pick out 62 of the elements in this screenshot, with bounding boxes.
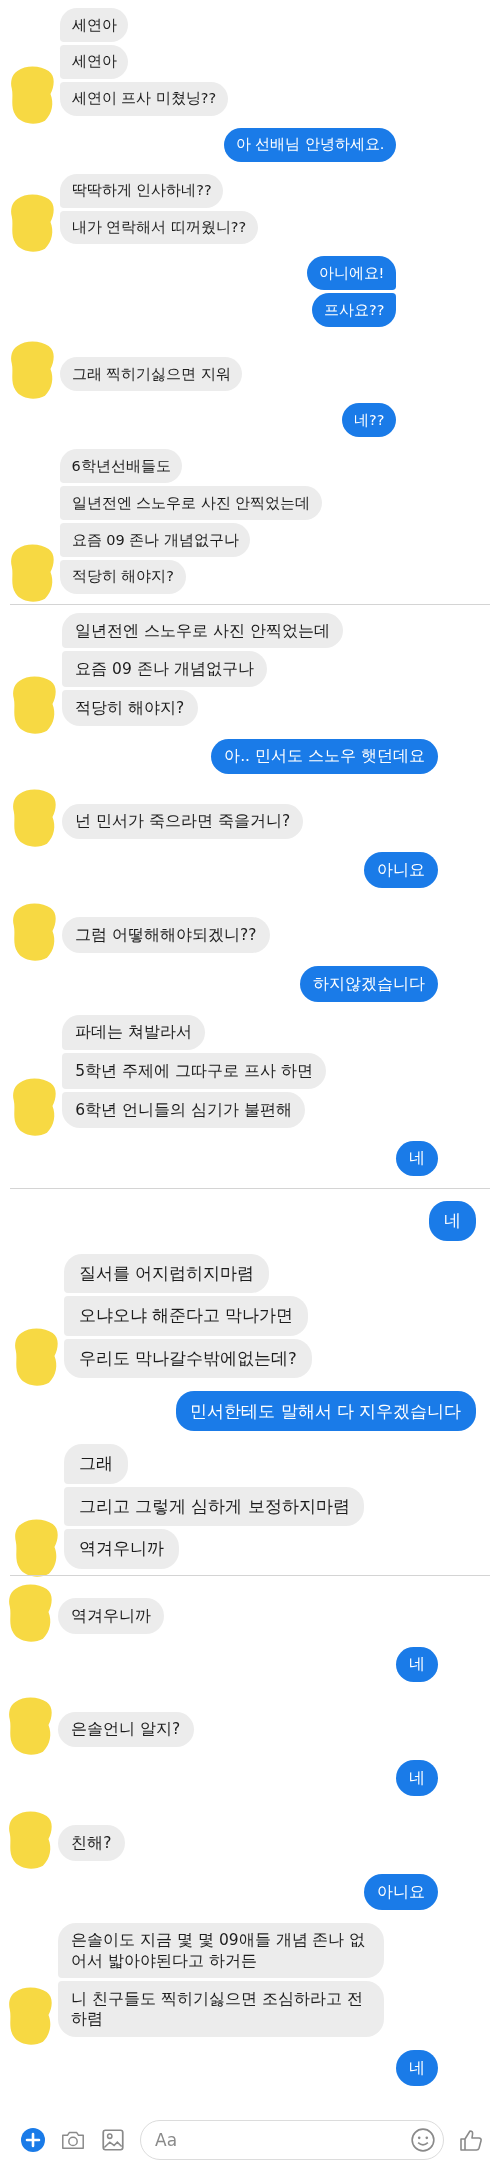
message-bubble: 우리도 막나갈수밖에없는데?: [64, 1338, 312, 1379]
redaction-scribble: [8, 1985, 54, 2048]
message-bubble: 적당히 해야지?: [60, 559, 186, 594]
redaction-scribble: [12, 673, 58, 736]
redaction-scribble: [10, 541, 56, 604]
redaction-scribble: [12, 787, 58, 850]
message-bubble: 네: [395, 1140, 438, 1177]
redaction-scribble: [8, 1581, 54, 1644]
message-bubble: 아.. 민서도 스노우 햇던데요: [211, 738, 438, 775]
redaction-scribble: [14, 1516, 60, 1579]
message-bubble: 6학년선배들도: [60, 449, 183, 484]
redaction-scribble: [8, 1808, 54, 1871]
redaction-scribble: [12, 1075, 58, 1138]
message-bubble: 네: [395, 1760, 438, 1796]
message-bubble: 아니요: [363, 1873, 438, 1910]
message-bubble: 넌 민서가 죽으라면 죽을거니?: [62, 803, 304, 840]
message-bubble: 요즘 09 존나 개념없구나: [60, 522, 251, 557]
message-bubble: 요즘 09 존나 개념없구나: [62, 651, 267, 688]
message-bubble: 네??: [342, 403, 396, 438]
redaction-scribble: [12, 901, 58, 963]
message-bubble: 은솔이도 지금 몇 몇 09애들 개념 존나 없어서 밟아야된다고 하거든: [58, 1922, 385, 1979]
message-bubble: 니 친구들도 찍히기싫으면 조심하라고 전하렴: [58, 1981, 385, 2038]
emoji-icon[interactable]: [410, 2127, 436, 2153]
message-bubble: 아니에요!: [307, 256, 396, 291]
message-bubble: 네: [395, 2050, 438, 2086]
message-bubble: 역겨우니까: [64, 1529, 179, 1569]
message-bubble: 일년전엔 스노우로 사진 안찍었는데: [62, 612, 344, 649]
message-bubble: 딱딱하게 인사하네??: [60, 173, 224, 208]
message-bubble: 파데는 쳐발라서: [62, 1014, 206, 1051]
message-bubble: 민서한테도 말해서 다 지우겠습니다: [175, 1391, 476, 1431]
message-bubble: 세연아: [60, 44, 129, 79]
message-bubble: 오냐오냐 해준다고 막나가면: [64, 1296, 309, 1336]
message-bubble: 일년전엔 스노우로 사진 안찍었는데: [60, 486, 322, 520]
message-bubble: 친해?: [58, 1825, 125, 1861]
message-bubble: 그럼 어떻해해야되겠니??: [62, 917, 270, 953]
message-bubble: 세연아: [60, 8, 129, 42]
message-bubble: 그래: [64, 1444, 128, 1484]
message-bubble: 그래 찍히기싫으면 지워: [60, 357, 243, 392]
message-bubble: 질서를 어지럽히지마렴: [64, 1253, 269, 1294]
message-bubble: 역겨우니까: [58, 1598, 165, 1634]
redaction-scribble: [14, 1326, 60, 1389]
message-bubble: 적당히 해야지?: [62, 690, 198, 726]
plus-icon[interactable]: [20, 2127, 46, 2153]
redaction-scribble: [10, 192, 56, 255]
message-bubble: 아니요: [363, 852, 438, 888]
thumbs-up-icon[interactable]: [458, 2127, 484, 2153]
message-bubble: 네: [429, 1201, 476, 1241]
message-bubble: 프사요??: [312, 293, 396, 328]
message-field[interactable]: Aa: [140, 2120, 444, 2160]
image-icon[interactable]: [100, 2127, 126, 2153]
message-bubble: 6학년 언니들의 심기가 불편해: [62, 1091, 305, 1128]
message-bubble: 내가 연락해서 띠꺼웠니??: [60, 210, 258, 245]
message-bubble: 아 선배님 안녕하세요.: [224, 127, 396, 162]
message-bubble: 그리고 그렇게 심하게 보정하지마렴: [64, 1486, 365, 1527]
redaction-scribble: [8, 1695, 54, 1758]
redaction-scribble: [10, 63, 56, 126]
message-bubble: 5학년 주제에 그따구로 프사 하면: [62, 1053, 326, 1089]
redaction-scribble: [10, 339, 56, 402]
message-bubble: 세연이 프사 미쳤닝??: [60, 81, 228, 116]
message-bubble: 하지않겠습니다: [299, 966, 438, 1002]
message-bubble: 은솔언니 알지?: [58, 1711, 194, 1748]
message-bubble: 네: [395, 1646, 438, 1683]
